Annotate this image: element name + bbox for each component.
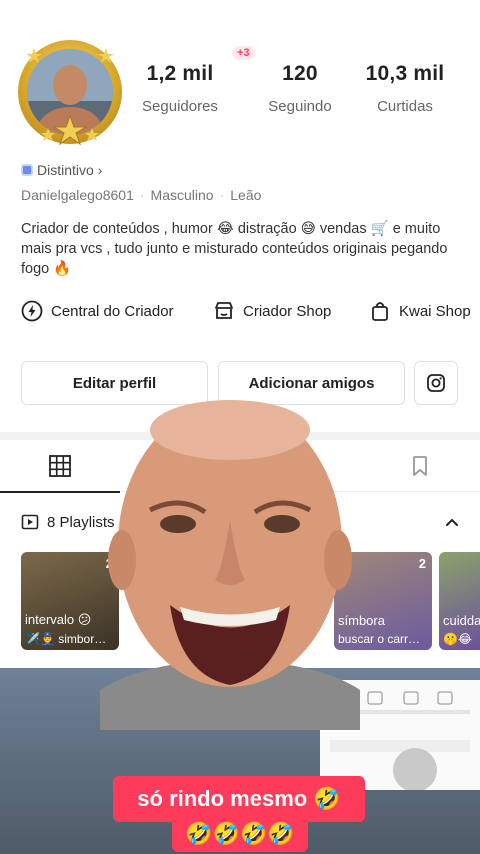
link-kwai-shop-label: Kwai Shop: [399, 302, 471, 320]
following-label: Seguindo: [268, 98, 332, 115]
likes-count: 10,3 mil: [365, 62, 445, 85]
gender: Masculino: [150, 187, 214, 203]
caption-line-2: 🤣🤣🤣🤣: [172, 816, 308, 852]
followers-label: Seguidores: [142, 98, 218, 115]
badge-icon: [21, 164, 33, 176]
likes-label: Curtidas: [377, 98, 433, 115]
stat-likes[interactable]: 10,3 mil Curtidas: [360, 62, 450, 115]
bookmark-icon: [413, 456, 427, 476]
playlist-video-count: 2: [418, 556, 426, 571]
instagram-icon: [427, 374, 445, 392]
link-criador-shop[interactable]: Criador Shop: [213, 300, 331, 322]
link-central-criador[interactable]: Central do Criador: [21, 300, 174, 322]
playlist-icon: [21, 514, 39, 530]
creator-links: Central do Criador Criador Shop Kwai Sho…: [21, 300, 480, 324]
chevron-right-icon: ›: [97, 162, 103, 178]
lightning-icon: [21, 300, 43, 322]
instagram-button[interactable]: [414, 361, 458, 405]
shop-icon: [215, 302, 233, 319]
followers-count: 1,2 mil: [146, 62, 214, 85]
playlist-subtitle: ✈️👮 simbor…: [25, 632, 107, 646]
tab-saved[interactable]: [360, 440, 480, 492]
link-criador-shop-label: Criador Shop: [243, 302, 332, 320]
edit-profile-button[interactable]: Editar perfil: [21, 361, 208, 405]
stat-followers[interactable]: 1,2 mil Seguidores: [140, 62, 220, 115]
playlist-card[interactable]: cuidda 🤫😂: [439, 552, 480, 650]
distintivo-label: Distintivo: [37, 162, 94, 178]
new-followers-badge: +3: [232, 46, 255, 60]
profile-stats: 1,2 mil Seguidores 120 Seguindo 10,3 mil…: [140, 62, 470, 122]
following-count: 120: [282, 62, 318, 85]
bag-icon: [372, 302, 388, 321]
playlist-title: intervalo 😕: [25, 612, 92, 627]
stat-following[interactable]: 120 Seguindo: [260, 62, 340, 115]
grid-icon: [49, 455, 71, 477]
add-friends-button[interactable]: Adicionar amigos: [218, 361, 405, 405]
playlist-subtitle: 🤫😂: [443, 632, 472, 646]
profile-avatar[interactable]: [14, 36, 126, 148]
profile-meta: Danielgalego8601 · Masculino · Leão: [21, 187, 262, 203]
link-kwai-shop[interactable]: Kwai Shop: [369, 300, 471, 322]
laurel-stars-icon: [26, 48, 114, 146]
playlist-title: cuidda: [443, 613, 480, 628]
profile-bio: Criador de conteúdos , humor 😂 distração…: [21, 221, 448, 277]
chevron-up-icon[interactable]: [444, 514, 460, 530]
zodiac-sign: Leão: [230, 187, 262, 203]
username: Danielgalego8601: [21, 187, 134, 203]
distintivo-link[interactable]: Distintivo ›: [21, 162, 102, 178]
link-central-criador-label: Central do Criador: [51, 302, 174, 320]
reaction-face-overlay: [100, 400, 360, 730]
